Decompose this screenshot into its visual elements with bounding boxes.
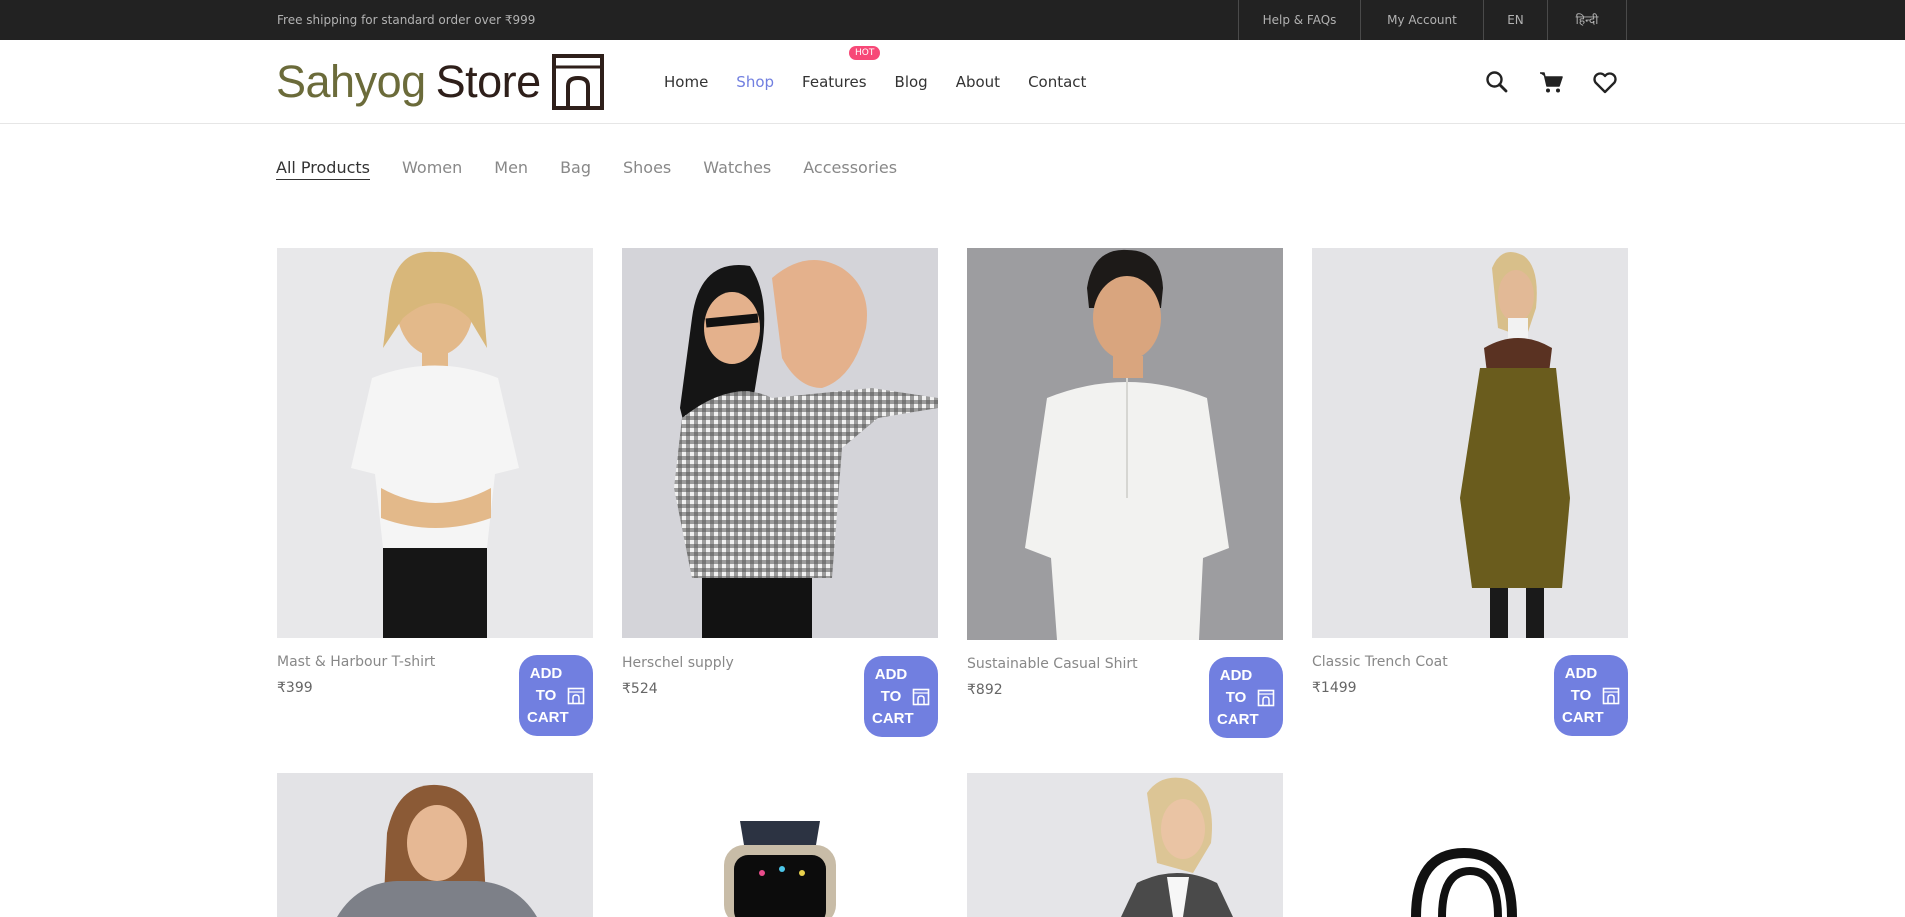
store-logo[interactable]: Sahyog Store bbox=[276, 52, 605, 112]
smartwatch-photo bbox=[622, 773, 938, 917]
nav-contact[interactable]: Contact bbox=[1028, 73, 1086, 91]
nav-shop[interactable]: Shop bbox=[736, 73, 774, 91]
product-name[interactable]: Herschel supply bbox=[622, 655, 734, 671]
add-to-cart-label-line: TO bbox=[1570, 687, 1592, 704]
add-to-cart-label: ADD TO CART bbox=[1217, 665, 1259, 731]
product-price: ₹524 bbox=[622, 681, 658, 697]
product-card bbox=[622, 773, 938, 917]
nav-about[interactable]: About bbox=[956, 73, 1000, 91]
my-account-link[interactable]: My Account bbox=[1361, 0, 1484, 40]
add-to-cart-label-line: CART bbox=[1562, 709, 1604, 726]
filter-shoes[interactable]: Shoes bbox=[623, 158, 671, 180]
store-icon bbox=[1602, 687, 1620, 705]
filter-men[interactable]: Men bbox=[494, 158, 528, 180]
add-to-cart-label-line: CART bbox=[872, 710, 914, 727]
add-to-cart-label: ADD TO CART bbox=[1562, 663, 1604, 729]
add-to-cart-label-line: CART bbox=[1217, 711, 1259, 728]
add-to-cart-label-line: ADD bbox=[1564, 665, 1598, 682]
help-faqs-link[interactable]: Help & FAQs bbox=[1239, 0, 1361, 40]
product-card bbox=[1312, 773, 1628, 917]
product-card: Herschel supply ₹524 ADD TO CART bbox=[622, 248, 938, 738]
product-image[interactable] bbox=[622, 773, 938, 917]
nav-features-label: Features bbox=[802, 73, 867, 91]
free-shipping-notice: Free shipping for standard order over ₹9… bbox=[277, 13, 536, 27]
product-image[interactable] bbox=[1312, 248, 1628, 638]
filter-women[interactable]: Women bbox=[402, 158, 462, 180]
add-to-cart-label-line: ADD bbox=[1219, 667, 1253, 684]
product-image[interactable] bbox=[277, 248, 593, 638]
add-to-cart-label-line: CART bbox=[527, 709, 569, 726]
woman-white-tshirt-photo bbox=[277, 248, 593, 638]
product-image[interactable] bbox=[622, 248, 938, 638]
product-image[interactable] bbox=[967, 773, 1283, 917]
woman-trench-coat-photo bbox=[1312, 248, 1628, 638]
store-icon bbox=[912, 688, 930, 706]
product-price: ₹1499 bbox=[1312, 680, 1357, 696]
language-en-link[interactable]: EN bbox=[1484, 0, 1548, 40]
search-icon[interactable] bbox=[1483, 68, 1511, 96]
add-to-cart-button[interactable]: ADD TO CART bbox=[864, 656, 938, 737]
woman-blazer-photo bbox=[967, 773, 1283, 917]
woman-checked-shirt-photo bbox=[622, 248, 938, 638]
product-card: Mast & Harbour T-shirt ₹399 ADD TO CART bbox=[277, 248, 593, 738]
man-white-shirt-photo bbox=[967, 248, 1283, 640]
add-to-cart-label-line: ADD bbox=[874, 666, 908, 683]
woman-grey-sweater-photo bbox=[277, 773, 593, 917]
logo-word-store: Store bbox=[435, 56, 542, 107]
top-bar: Free shipping for standard order over ₹9… bbox=[0, 0, 1905, 40]
product-card bbox=[967, 773, 1283, 917]
add-to-cart-label-line: TO bbox=[535, 687, 557, 704]
cart-icon[interactable] bbox=[1537, 68, 1565, 96]
add-to-cart-label-line: TO bbox=[1225, 689, 1247, 706]
main-nav: Home Shop Features HOT Blog About Contact bbox=[664, 40, 1114, 124]
top-bar-links: Help & FAQs My Account EN हिन्दी bbox=[1238, 0, 1627, 40]
product-price: ₹892 bbox=[967, 682, 1003, 698]
category-filter: All Products Women Men Bag Shoes Watches… bbox=[276, 158, 929, 180]
storefront-logo-icon bbox=[551, 54, 604, 110]
heart-icon[interactable] bbox=[1591, 68, 1619, 96]
language-hindi-link[interactable]: हिन्दी bbox=[1548, 0, 1627, 40]
product-name[interactable]: Classic Trench Coat bbox=[1312, 654, 1448, 670]
product-image[interactable] bbox=[967, 248, 1283, 640]
filter-all-products[interactable]: All Products bbox=[276, 158, 371, 180]
add-to-cart-button[interactable]: ADD TO CART bbox=[1554, 655, 1628, 736]
filter-bag[interactable]: Bag bbox=[560, 158, 591, 180]
add-to-cart-label-line: ADD bbox=[529, 665, 563, 682]
product-price: ₹399 bbox=[277, 680, 313, 696]
product-image[interactable] bbox=[277, 773, 593, 917]
store-icon bbox=[1257, 689, 1275, 707]
filter-watches[interactable]: Watches bbox=[703, 158, 771, 180]
nav-blog[interactable]: Blog bbox=[895, 73, 928, 91]
hot-badge: HOT bbox=[849, 46, 881, 60]
nav-features[interactable]: Features HOT bbox=[802, 46, 881, 91]
nav-home[interactable]: Home bbox=[664, 73, 708, 91]
product-card bbox=[277, 773, 593, 917]
logo-word-sahyog: Sahyog bbox=[276, 56, 426, 107]
main-header: Sahyog Store Home Shop Features HOT Blog … bbox=[0, 40, 1905, 124]
product-card: Sustainable Casual Shirt ₹892 ADD TO CAR… bbox=[967, 248, 1283, 738]
product-name[interactable]: Mast & Harbour T-shirt bbox=[277, 654, 435, 670]
add-to-cart-label: ADD TO CART bbox=[872, 664, 914, 730]
black-handbag-photo bbox=[1312, 773, 1628, 917]
product-card: Classic Trench Coat ₹1499 ADD TO CART bbox=[1312, 248, 1628, 738]
store-icon bbox=[567, 687, 585, 705]
add-to-cart-button[interactable]: ADD TO CART bbox=[519, 655, 593, 736]
add-to-cart-button[interactable]: ADD TO CART bbox=[1209, 657, 1283, 738]
product-name[interactable]: Sustainable Casual Shirt bbox=[967, 656, 1138, 672]
product-image[interactable] bbox=[1312, 773, 1628, 917]
filter-accessories[interactable]: Accessories bbox=[803, 158, 897, 180]
add-to-cart-label: ADD TO CART bbox=[527, 663, 569, 729]
add-to-cart-label-line: TO bbox=[880, 688, 902, 705]
